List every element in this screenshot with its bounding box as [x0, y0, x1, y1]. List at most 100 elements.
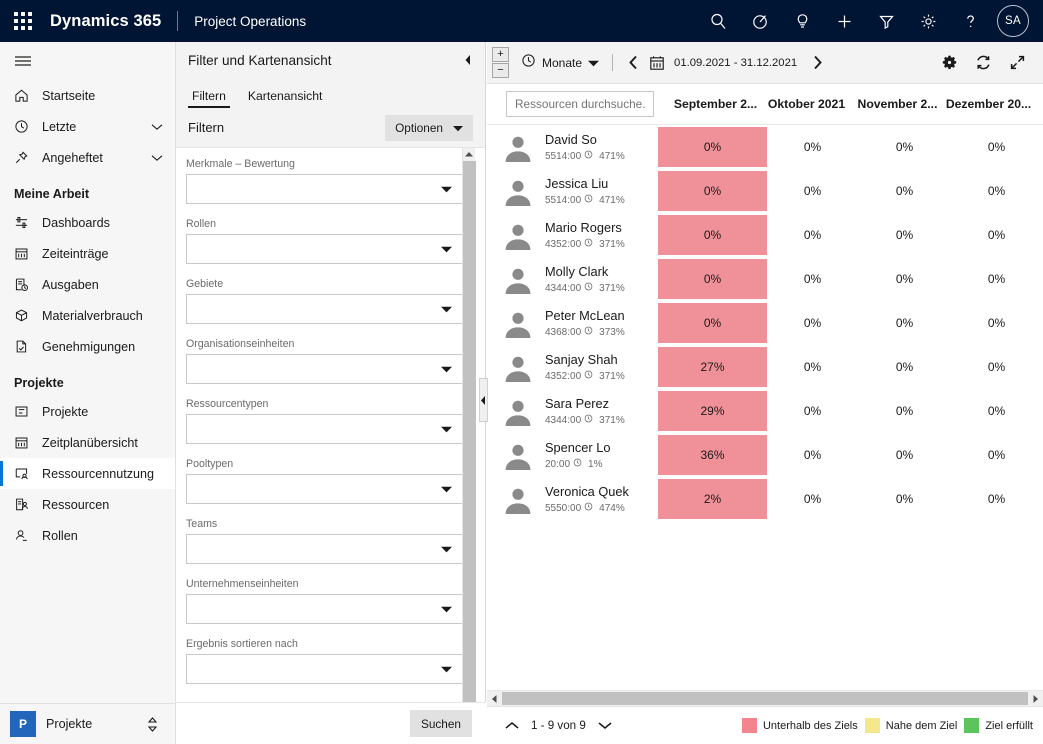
utilization-cell[interactable]: 0% — [859, 391, 950, 431]
field-dropdown[interactable] — [186, 414, 463, 444]
utilization-cell[interactable]: 0% — [767, 303, 858, 343]
utilization-cell[interactable]: 0% — [767, 127, 858, 167]
resource-cell[interactable]: Mario Rogers 4352:00 371% — [487, 217, 658, 253]
utilization-cell[interactable]: 0% — [767, 479, 858, 519]
column-header[interactable]: Oktober 2021 — [761, 97, 852, 111]
gear-icon[interactable] — [932, 42, 966, 84]
lightbulb-icon[interactable] — [781, 0, 823, 42]
scroll-left-icon[interactable] — [487, 691, 502, 707]
sidebar-item-angeheftet[interactable]: Angeheftet — [0, 142, 175, 173]
utilization-cell[interactable]: 0% — [951, 127, 1042, 167]
resource-cell[interactable]: Jessica Liu 5514:00 471% — [487, 173, 658, 209]
table-row[interactable]: Veronica Quek 5550:00 474% 2% 0% 0% 0% — [487, 477, 1043, 521]
previous-period-button[interactable] — [622, 55, 645, 70]
chevron-down-icon[interactable] — [151, 123, 163, 131]
utilization-cell[interactable]: 0% — [951, 479, 1042, 519]
refresh-icon[interactable] — [966, 42, 1000, 84]
calendar-icon[interactable] — [649, 55, 665, 71]
utilization-cell[interactable]: 0% — [859, 435, 950, 475]
sidebar-item-rollen[interactable]: Rollen — [0, 520, 175, 551]
utilization-cell[interactable]: 0% — [951, 215, 1042, 255]
sidebar-item-zeitplanuebersicht[interactable]: Zeitplanübersicht — [0, 427, 175, 458]
sidebar-item-startseite[interactable]: Startseite — [0, 80, 175, 111]
resource-cell[interactable]: Sanjay Shah 4352:00 371% — [487, 349, 658, 385]
utilization-cell[interactable]: 0% — [767, 259, 858, 299]
field-dropdown[interactable] — [186, 294, 463, 324]
field-dropdown[interactable] — [186, 354, 463, 384]
chevron-down-icon[interactable] — [590, 721, 620, 730]
resource-cell[interactable]: Molly Clark 4344:00 371% — [487, 261, 658, 297]
field-dropdown[interactable] — [186, 594, 463, 624]
time-scale-selector[interactable]: Monate — [521, 53, 600, 73]
column-header[interactable]: November 2... — [852, 97, 943, 111]
field-dropdown[interactable] — [186, 474, 463, 504]
utilization-cell[interactable]: 27% — [658, 347, 767, 387]
utilization-cell[interactable]: 0% — [951, 435, 1042, 475]
next-period-button[interactable] — [806, 55, 829, 70]
field-dropdown[interactable] — [186, 534, 463, 564]
gear-icon[interactable] — [907, 0, 949, 42]
utilization-cell[interactable]: 0% — [951, 391, 1042, 431]
filter-icon[interactable] — [865, 0, 907, 42]
table-row[interactable]: Sanjay Shah 4352:00 371% 27% 0% 0% 0% — [487, 345, 1043, 389]
utilization-cell[interactable]: 0% — [859, 347, 950, 387]
utilization-cell[interactable]: 0% — [658, 215, 767, 255]
utilization-cell[interactable]: 0% — [767, 215, 858, 255]
help-icon[interactable] — [949, 0, 991, 42]
plus-icon[interactable] — [823, 0, 865, 42]
resource-cell[interactable]: Sara Perez 4344:00 371% — [487, 393, 658, 429]
table-row[interactable]: Mario Rogers 4352:00 371% 0% 0% 0% 0% — [487, 213, 1043, 257]
scroll-right-icon[interactable] — [1028, 691, 1043, 707]
sidebar-item-ressourcen[interactable]: Ressourcen — [0, 489, 175, 520]
collapse-left-icon[interactable] — [463, 54, 473, 66]
app-switcher-bar[interactable]: P Projekte — [0, 703, 176, 744]
chevron-down-icon[interactable] — [588, 54, 600, 72]
resource-cell[interactable]: Veronica Quek 5550:00 474% — [487, 481, 658, 517]
utilization-cell[interactable]: 29% — [658, 391, 767, 431]
sidebar-item-ausgaben[interactable]: Ausgaben — [0, 269, 175, 300]
utilization-cell[interactable]: 0% — [859, 215, 950, 255]
utilization-cell[interactable]: 0% — [658, 127, 767, 167]
utilization-cell[interactable]: 0% — [951, 347, 1042, 387]
app-launcher-icon[interactable] — [0, 0, 46, 42]
panel-collapse-handle-icon[interactable] — [479, 378, 488, 422]
sidebar-item-dashboards[interactable]: Dashboards — [0, 207, 175, 238]
hamburger-icon[interactable] — [0, 42, 175, 80]
table-row[interactable]: Sara Perez 4344:00 371% 29% 0% 0% 0% — [487, 389, 1043, 433]
utilization-cell[interactable]: 36% — [658, 435, 767, 475]
utilization-cell[interactable]: 0% — [859, 259, 950, 299]
utilization-cell[interactable]: 0% — [658, 259, 767, 299]
field-dropdown[interactable] — [186, 234, 463, 264]
avatar[interactable]: SA — [997, 5, 1029, 37]
utilization-cell[interactable]: 0% — [767, 171, 858, 211]
utilization-cell[interactable]: 0% — [767, 391, 858, 431]
utilization-cell[interactable]: 0% — [859, 127, 950, 167]
tab-filtern[interactable]: Filtern — [188, 89, 230, 108]
sidebar-item-projekte[interactable]: Projekte — [0, 396, 175, 427]
field-dropdown[interactable] — [186, 174, 463, 204]
table-row[interactable]: Peter McLean 4368:00 373% 0% 0% 0% 0% — [487, 301, 1043, 345]
utilization-cell[interactable]: 0% — [859, 479, 950, 519]
fullscreen-icon[interactable] — [1000, 42, 1034, 84]
resource-cell[interactable]: Spencer Lo 20:00 1% — [487, 437, 658, 473]
utilization-cell[interactable]: 0% — [859, 303, 950, 343]
utilization-cell[interactable]: 0% — [951, 171, 1042, 211]
field-dropdown[interactable] — [186, 654, 463, 684]
chevron-down-icon[interactable] — [151, 154, 163, 162]
utilization-cell[interactable]: 0% — [658, 303, 767, 343]
sidebar-item-ressourcennutzung[interactable]: Ressourcennutzung — [0, 458, 175, 489]
utilization-cell[interactable]: 0% — [658, 171, 767, 211]
chevron-up-icon[interactable] — [497, 721, 527, 730]
zoom-out-button[interactable]: − — [492, 63, 509, 78]
sidebar-item-letzte[interactable]: Letzte — [0, 111, 175, 142]
sidebar-item-zeiteintraege[interactable]: Zeiteinträge — [0, 238, 175, 269]
table-row[interactable]: Jessica Liu 5514:00 471% 0% 0% 0% 0% — [487, 169, 1043, 213]
search-icon[interactable] — [697, 0, 739, 42]
utilization-cell[interactable]: 0% — [767, 347, 858, 387]
utilization-cell[interactable]: 0% — [767, 435, 858, 475]
utilization-cell[interactable]: 2% — [658, 479, 767, 519]
column-header[interactable]: Dezember 20... — [943, 97, 1034, 111]
utilization-cell[interactable]: 0% — [951, 259, 1042, 299]
sidebar-item-materialverbrauch[interactable]: Materialverbrauch — [0, 300, 175, 331]
diagnostics-icon[interactable] — [739, 0, 781, 42]
